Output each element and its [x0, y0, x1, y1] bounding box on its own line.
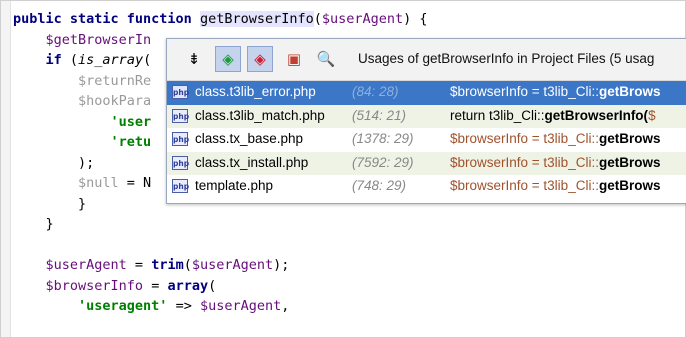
code-line: $userAgent = trim($userAgent); [13, 255, 428, 276]
usage-file-name: class.t3lib_match.php [195, 107, 325, 123]
prev-usage-icon[interactable]: ◈ [247, 46, 273, 72]
code-token: $userAgent [321, 11, 404, 27]
usage-snippet-match: getBrows [598, 154, 661, 170]
code-token: $userAgent [45, 257, 127, 273]
code-line: 'useragent' => $userAgent, [13, 296, 428, 317]
code-token: 'user [110, 113, 152, 130]
code-token: , [281, 298, 290, 314]
code-token: public static function [13, 11, 200, 27]
usage-snippet-prefix: $browserInfo = t3lib_Cli:: [450, 154, 599, 170]
code-token: => [167, 298, 200, 314]
usage-snippet-suffix: $ [648, 107, 656, 123]
next-usage-icon[interactable]: ◈ [215, 46, 241, 72]
usage-snippet-match: getBrows [598, 84, 661, 99]
php-file-icon: php [172, 179, 189, 193]
usage-snippet-prefix: $browserInfo = t3lib_Cli:: [450, 131, 599, 146]
code-token: ( [143, 52, 152, 68]
usage-row[interactable]: php class.t3lib_error.php (84: 28) $browser… [167, 81, 686, 105]
php-file-icon: php [172, 132, 189, 146]
usage-snippet-prefix: $browserInfo = t3lib_Cli:: [450, 84, 599, 99]
code-line: public static function getBrowserInfo($u… [13, 9, 428, 30]
code-token: $null [78, 175, 119, 191]
code-line: $browserInfo = array( [13, 276, 428, 297]
usage-snippet: $browserInfo = t3lib_Cli::getBrows [450, 178, 660, 193]
code-token: $userAgent [199, 298, 282, 314]
usage-location: (748: 29) [352, 178, 407, 193]
usages-popup: ⇟ ◈ ◈ ▣ 🔍 Usages of getBrowserInfo in Pr… [166, 38, 686, 204]
usage-file-name: class.tx_install.php [195, 154, 309, 170]
code-token: ) { [403, 11, 428, 27]
code-token: } [13, 195, 87, 212]
code-token: ( [183, 257, 192, 273]
code-token: if [45, 52, 62, 68]
code-token: getBrowserInfo [199, 11, 314, 27]
collapse-icon[interactable]: ⇟ [181, 46, 207, 72]
usage-snippet-prefix: $browserInfo = t3lib_Cli:: [450, 178, 599, 193]
usage-file-name: class.t3lib_error.php [195, 84, 316, 99]
usage-location: (7592: 29) [352, 154, 414, 170]
code-token: = [126, 257, 152, 273]
usage-snippet-match: getBrows [598, 178, 661, 193]
usage-snippet-prefix: return t3lib_Cli:: [450, 107, 545, 123]
code-token: array [167, 277, 209, 294]
usages-title: Usages of getBrowserInfo in Project File… [358, 51, 655, 66]
pin-icon[interactable]: ▣ [281, 46, 307, 72]
usage-row[interactable]: php class.t3lib_match.php (514: 21) return … [167, 104, 686, 128]
code-token: = N [118, 175, 152, 191]
usage-snippet: $browserInfo = t3lib_Cli::getBrows [450, 84, 660, 99]
code-token: $browserInfo [45, 277, 144, 294]
code-line: } [13, 214, 428, 235]
find-icon[interactable]: 🔍 [313, 46, 339, 72]
code-token: $returnRe [78, 72, 152, 89]
code-token: $hookPara [78, 93, 152, 109]
code-token: $getBrowserIn [45, 31, 152, 48]
code-token: is_array [78, 52, 144, 68]
code-token: ( [61, 52, 79, 68]
code-token: ( [313, 11, 322, 27]
php-file-icon: php [172, 108, 189, 123]
code-token: ); [273, 257, 290, 273]
usage-snippet-match: getBrowserInfo( [544, 107, 649, 123]
php-file-icon: php [172, 85, 189, 99]
usage-row[interactable]: php class.tx_base.php (1378: 29) $browserIn… [167, 128, 686, 152]
usage-snippet: return t3lib_Cli::getBrowserInfo($ [450, 108, 656, 123]
code-token: = [143, 277, 168, 294]
code-token: trim [151, 257, 184, 273]
usage-file-name: class.tx_base.php [195, 131, 304, 146]
usage-file-name: template.php [195, 178, 274, 193]
usage-row[interactable]: php template.php (748: 29) $browserInfo = t… [167, 175, 686, 199]
usages-list: php class.t3lib_error.php (84: 28) $browser… [167, 81, 686, 199]
usages-toolbar: ⇟ ◈ ◈ ▣ 🔍 Usages of getBrowserInfo in Pr… [167, 39, 686, 81]
usage-location: (84: 28) [352, 84, 399, 99]
usage-snippet: $browserInfo = t3lib_Cli::getBrows [450, 155, 660, 170]
usage-location: (1378: 29) [352, 131, 414, 146]
usage-snippet-match: getBrows [598, 131, 661, 146]
usage-row[interactable]: php class.tx_install.php (7592: 29) $browse… [167, 151, 686, 175]
code-token: 'useragent' [78, 298, 168, 314]
editor-gutter [1, 1, 11, 337]
php-file-icon: php [172, 155, 189, 170]
code-token: ); [13, 154, 95, 171]
code-token: $userAgent [191, 257, 274, 273]
code-token: } [13, 216, 54, 232]
code-token: 'retu [110, 134, 152, 150]
usage-snippet: $browserInfo = t3lib_Cli::getBrows [450, 131, 660, 146]
code-token: ( [208, 277, 217, 294]
usage-location: (514: 21) [352, 107, 407, 123]
